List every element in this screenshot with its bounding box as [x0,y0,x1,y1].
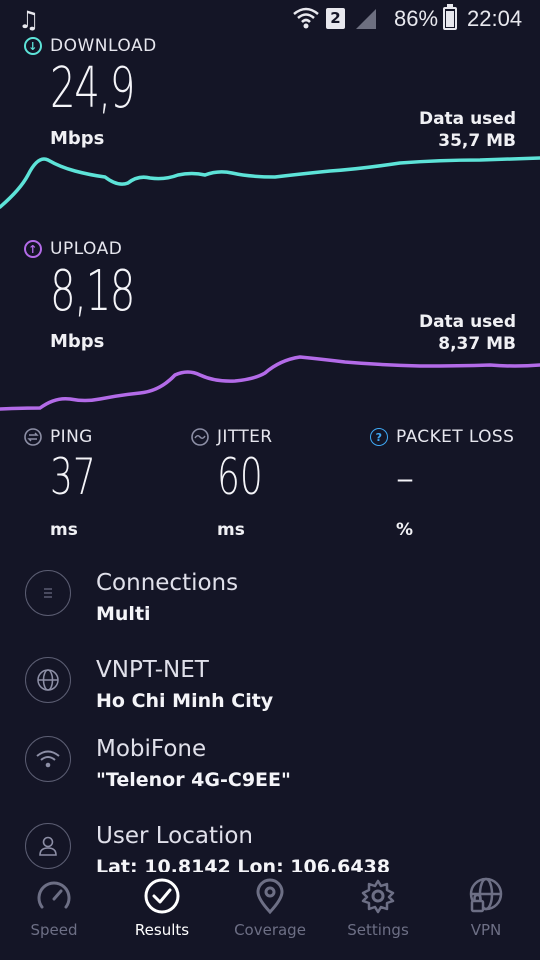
gear-icon [358,876,398,916]
download-arrow-icon: ↓ [24,37,42,55]
battery-icon [443,4,457,30]
packet-loss-unit: % [396,520,414,540]
isp-row: VNPT-NET Ho Chi Minh City [0,655,540,735]
connections-title: Connections [96,570,239,596]
upload-graph [0,355,540,411]
help-question-icon[interactable]: ? [370,428,388,446]
music-note-icon: ♫ [18,6,40,34]
download-graph [0,156,540,209]
download-data-used-label: Data used [418,109,516,129]
status-clock: 22:04 [467,6,523,31]
nav-vpn-label: VPN [470,921,502,939]
upload-header: ↑ UPLOAD [24,239,122,259]
wifi-icon [25,736,71,782]
nav-vpn[interactable]: VPN [432,872,540,960]
connections-value: Multi [96,603,151,625]
connections-icon [25,570,71,616]
globe-icon [25,657,71,703]
wifi-status-icon [292,6,320,34]
upload-arrow-icon: ↑ [24,240,42,258]
packet-loss-value: – [396,448,414,506]
sim-slot-badge: 2 [326,8,345,29]
jitter-value: 60 [217,448,263,506]
download-header: ↓ DOWNLOAD [24,36,157,56]
nav-results[interactable]: Results [108,872,216,960]
cell-signal-icon [354,8,378,34]
battery-percent: 86% [394,6,439,31]
ping-header: PING [24,427,93,447]
nav-settings-label: Settings [347,921,409,939]
ping-icon [24,428,42,446]
nav-coverage-label: Coverage [234,921,306,939]
bottom-nav: Speed Results Coverage Settings VPN [0,872,540,960]
status-bar: ♫ 2 86% 22:04 [0,0,540,38]
isp-city: Ho Chi Minh City [96,690,274,712]
upload-data-used-label: Data used [418,312,516,332]
location-title: User Location [96,823,254,849]
nav-coverage[interactable]: Coverage [216,872,324,960]
download-value: 24,9 [50,56,135,121]
ping-label: PING [50,427,93,447]
vpn-lock-icon [466,876,506,916]
ping-value: 37 [50,448,96,506]
nav-speed[interactable]: Speed [0,872,108,960]
upload-value: 8,18 [50,259,135,324]
jitter-icon [191,428,209,446]
map-pin-icon [250,876,290,916]
speedometer-icon [34,876,74,916]
jitter-label: JITTER [217,427,273,447]
upload-label: UPLOAD [50,239,123,259]
network-name: "Telenor 4G-C9EE" [96,769,291,791]
packet-loss-header[interactable]: ? PACKET LOSS [370,427,514,447]
ping-unit: ms [50,520,78,540]
carrier-name: MobiFone [96,736,207,762]
nav-speed-label: Speed [30,921,78,939]
connections-row: Connections Multi [0,568,540,648]
jitter-header: JITTER [191,427,272,447]
check-circle-icon [142,876,182,916]
jitter-unit: ms [217,520,245,540]
packet-loss-label: PACKET LOSS [396,427,515,447]
network-row: MobiFone "Telenor 4G-C9EE" [0,734,540,814]
user-icon [25,823,71,869]
nav-results-label: Results [134,921,190,939]
download-label: DOWNLOAD [50,36,157,56]
isp-name: VNPT-NET [96,657,209,683]
nav-settings[interactable]: Settings [324,872,432,960]
